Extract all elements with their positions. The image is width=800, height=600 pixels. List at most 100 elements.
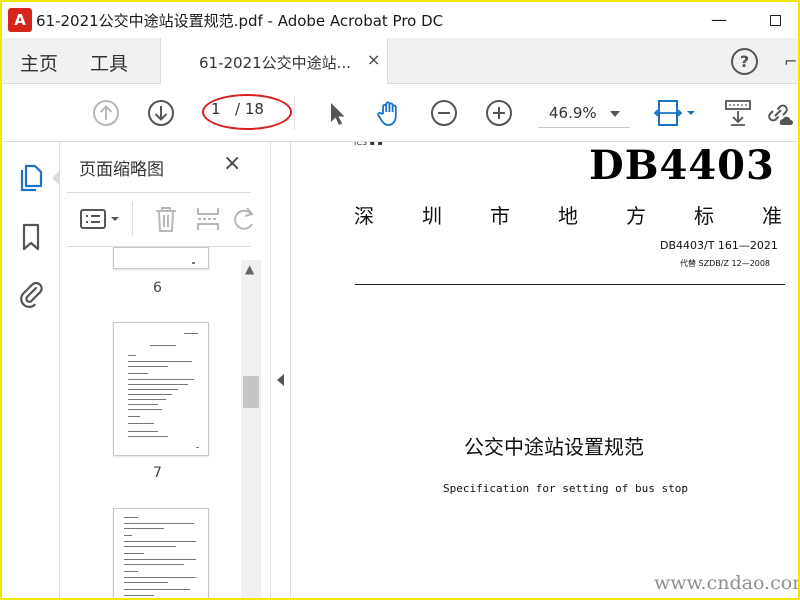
issuer-char: 圳	[422, 204, 442, 228]
hand-tool-button[interactable]	[374, 98, 404, 128]
thumbnail-page[interactable]	[113, 322, 209, 456]
next-page-button[interactable]	[146, 98, 176, 128]
tab-bar: 主页 工具 61-2021公交中途站... × ? ⌐	[2, 38, 798, 84]
thumbnails-panel-button[interactable]	[17, 162, 45, 192]
thumbnail-line	[124, 553, 144, 554]
thumbnail-line	[128, 361, 192, 362]
tab-close-button[interactable]: ×	[367, 50, 380, 69]
zoom-value: 46.9%	[549, 104, 597, 122]
prev-page-button[interactable]	[91, 98, 121, 128]
thumbnail-line	[124, 571, 138, 572]
title-bar: A 61-2021公交中途站设置规范.pdf - Adobe Acrobat P…	[2, 2, 798, 38]
thumbnail-line	[128, 423, 154, 424]
maximize-icon	[769, 15, 781, 26]
fit-page-button[interactable]	[654, 98, 700, 128]
panel-options-button[interactable]	[79, 204, 123, 234]
thumbnail-page[interactable]	[113, 508, 209, 598]
thumbnail-line	[124, 589, 190, 590]
scroll-up-icon[interactable]: ▲	[245, 262, 254, 276]
tab-tools[interactable]: 工具	[90, 49, 128, 76]
thumbnail-line	[196, 447, 199, 448]
thumbnail-line	[128, 399, 166, 400]
thumbnail-line	[128, 394, 172, 395]
thumbnail-line	[128, 389, 178, 390]
thumbnail-line	[124, 595, 154, 596]
thumbnail-line	[128, 379, 194, 380]
thumbnail-page-number: 7	[153, 465, 162, 481]
issuer-char: 标	[694, 204, 714, 228]
bookmarks-panel-button[interactable]	[17, 222, 45, 252]
scrollbar-thumb[interactable]	[243, 376, 259, 408]
replaces-standard: 代替 SZDB/Z 12—2008	[680, 259, 771, 268]
issuer-char: 深	[354, 204, 374, 228]
thumbnail-line	[124, 546, 176, 547]
thumbnail-line	[124, 535, 132, 536]
zoom-in-button[interactable]	[484, 98, 514, 128]
thumbnail-mark	[192, 262, 195, 264]
document-top-mark: ICS ▪ ▪	[354, 142, 383, 147]
panel-collapse-strip[interactable]	[272, 142, 291, 598]
thumbnail-line	[124, 523, 194, 524]
toolbar: 1/ 18 46.9%	[2, 84, 798, 142]
zoom-out-button[interactable]	[429, 98, 459, 128]
thumbnail-line	[124, 517, 138, 518]
thumbnail-line	[124, 577, 196, 578]
minimize-button[interactable]: —	[704, 6, 734, 34]
thumbnail-line	[124, 564, 184, 565]
document-code: DB4403	[589, 142, 775, 189]
thumbnail-line	[124, 528, 164, 529]
tab-home[interactable]: 主页	[20, 49, 58, 76]
delete-page-button[interactable]	[151, 204, 181, 234]
annotation-ellipse	[202, 94, 292, 130]
standard-number: DB4403/T 161—2021	[660, 239, 778, 252]
chevron-down-icon	[610, 111, 620, 117]
thumbnail-line	[128, 355, 136, 356]
app-window: A 61-2021公交中途站设置规范.pdf - Adobe Acrobat P…	[2, 2, 798, 598]
thumbnail-line	[128, 384, 188, 385]
attachments-panel-button[interactable]	[17, 278, 45, 308]
thumbnail-page[interactable]	[113, 247, 209, 269]
panel-toolbar-separator	[132, 202, 133, 236]
issuer-char: 地	[558, 204, 578, 228]
tab-document[interactable]: 61-2021公交中途站... ×	[160, 38, 388, 84]
thumbnail-page-number: 6	[153, 280, 162, 296]
zoom-dropdown[interactable]: 46.9%	[538, 102, 630, 128]
document-title: 公交中途站设置规范	[464, 435, 644, 459]
thumbnail-line	[184, 333, 198, 334]
rotate-page-button[interactable]	[233, 204, 255, 234]
thumbnail-line	[150, 345, 176, 346]
thumbnail-line	[128, 416, 140, 417]
watermark-text: www.cndao.com	[654, 572, 798, 594]
issuer-char: 准	[762, 204, 782, 228]
thumbnails-panel: 页面缩略图 × 6 7 ▲	[61, 142, 271, 598]
document-subtitle: Specification for setting of bus stop	[443, 482, 689, 495]
app-logo-icon: A	[8, 8, 32, 32]
scroll-mode-button[interactable]	[723, 98, 753, 128]
thumbnail-line	[128, 373, 148, 374]
collapse-arrow-icon[interactable]	[277, 374, 284, 386]
thumbnail-line	[128, 409, 162, 410]
maximize-button[interactable]	[760, 6, 790, 34]
thumbnails-panel-title: 页面缩略图	[79, 160, 164, 180]
toolbar-separator	[294, 96, 295, 130]
select-tool-button[interactable]	[322, 98, 352, 128]
thumbnail-line	[128, 436, 168, 437]
thumbnail-line	[128, 431, 158, 432]
issuer-char: 市	[490, 204, 510, 228]
rail-active-indicator	[52, 170, 60, 186]
thumbnail-line	[124, 541, 196, 542]
panel-divider	[67, 192, 251, 193]
tab-document-label: 61-2021公交中途站...	[199, 54, 351, 72]
overflow-mark: ⌐	[784, 52, 798, 71]
thumbnail-line	[124, 559, 196, 560]
insert-page-button[interactable]	[193, 204, 223, 234]
close-panel-button[interactable]: ×	[223, 151, 241, 176]
thumbnails-scrollbar[interactable]: ▲	[241, 260, 261, 598]
issuer-char: 方	[626, 204, 646, 228]
document-view[interactable]: ICS ▪ ▪ DB4403 深 圳 市 地 方 标 准 DB4403/T 161—2021…	[292, 142, 798, 598]
thumbnail-line	[124, 582, 168, 583]
thumbnail-line	[128, 404, 158, 405]
thumbnail-line	[128, 366, 168, 367]
share-link-button[interactable]	[763, 98, 793, 128]
help-button[interactable]: ?	[731, 48, 758, 75]
